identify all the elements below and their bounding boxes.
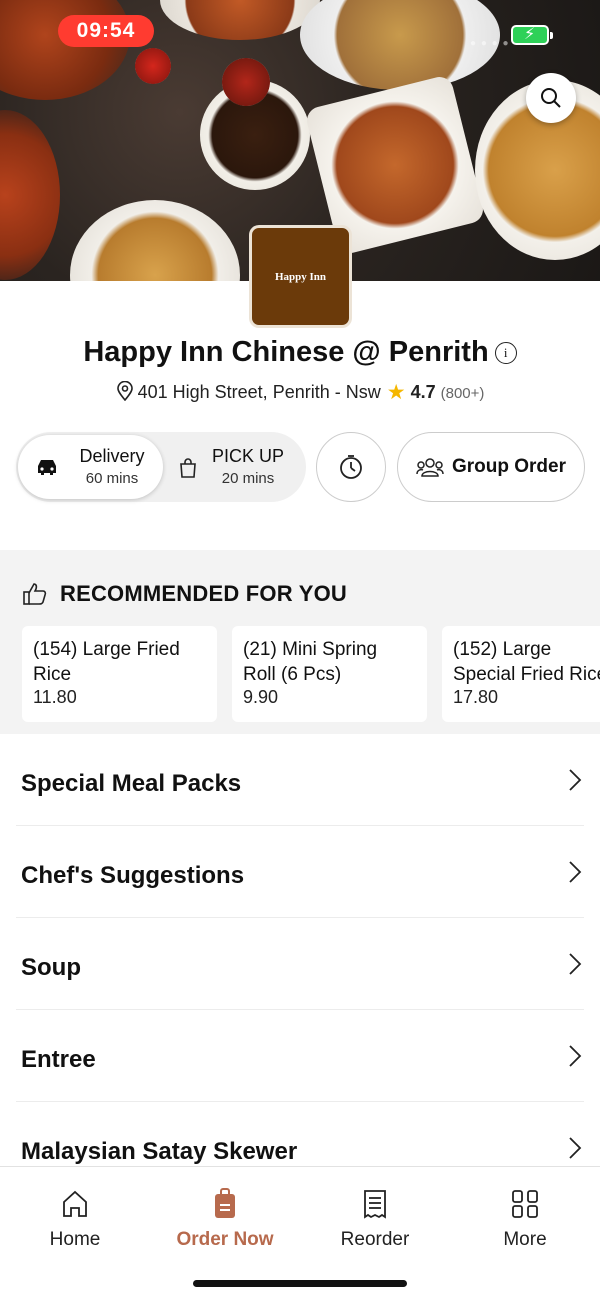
chevron-right-icon xyxy=(569,1045,582,1067)
recommended-heading-text: RECOMMENDED FOR YOU xyxy=(60,581,347,606)
group-order-button[interactable]: Group Order xyxy=(397,432,585,502)
chevron-right-icon xyxy=(569,861,582,883)
location-pin-icon xyxy=(116,380,133,402)
category-label: Special Meal Packs xyxy=(21,770,242,797)
food-plate-image xyxy=(70,200,240,281)
category-label: Soup xyxy=(21,954,81,981)
recommended-card[interactable]: (154) Large Fried Rice 11.80 xyxy=(22,626,217,722)
restaurant-name: Happy Inn Chinese @ Penrith xyxy=(83,336,489,368)
item-name: (152) Large Special Fried Rice xyxy=(453,639,600,685)
sauce-bowl-image xyxy=(135,48,171,84)
tab-reorder[interactable]: Reorder xyxy=(300,1187,450,1251)
tab-label: Home xyxy=(49,1229,101,1250)
receipt-icon xyxy=(364,1190,386,1219)
recommended-section: RECOMMENDED FOR YOU (154) Large Fried Ri… xyxy=(0,550,600,734)
address-text: 401 High Street, Penrith - Nsw xyxy=(137,382,381,402)
item-name: (154) Large Fried Rice xyxy=(33,639,180,685)
tab-label: More xyxy=(503,1229,547,1250)
category-row[interactable]: Soup xyxy=(16,918,584,1010)
home-icon xyxy=(63,1190,87,1217)
item-price: 17.80 xyxy=(453,687,499,707)
group-icon xyxy=(416,458,444,477)
tab-order-now[interactable]: Order Now xyxy=(150,1187,300,1251)
restaurant-name-row: Happy Inn Chinese @ Penrith i xyxy=(0,336,600,369)
chevron-right-icon xyxy=(569,769,582,791)
tab-label: Order Now xyxy=(176,1229,274,1250)
battery-charging-icon: ⚡ xyxy=(511,25,553,45)
shopping-bag-icon xyxy=(180,458,196,478)
category-label: Chef's Suggestions xyxy=(21,862,245,889)
pickup-time: 20 mins xyxy=(221,470,275,487)
order-mode-toggle: Delivery 60 mins PICK UP 20 mins xyxy=(16,432,306,502)
car-icon xyxy=(38,460,56,475)
pickup-option[interactable]: PICK UP 20 mins xyxy=(166,435,304,499)
sauce-bowl-image xyxy=(222,58,270,106)
info-icon[interactable]: i xyxy=(494,342,517,364)
tab-home[interactable]: Home xyxy=(0,1187,150,1251)
timer-icon xyxy=(340,455,362,479)
category-row[interactable]: Chef's Suggestions xyxy=(16,826,584,918)
status-time: 09:54 xyxy=(58,15,154,47)
search-icon xyxy=(541,88,561,108)
address-row: 401 High Street, Penrith - Nsw ★ 4.7 (800… xyxy=(0,380,600,405)
home-indicator xyxy=(193,1280,407,1287)
bottom-nav: Home Order Now Reorder More xyxy=(0,1166,600,1298)
schedule-button[interactable] xyxy=(316,432,386,502)
category-list: Special Meal Packs Chef's Suggestions So… xyxy=(0,734,600,1194)
category-row[interactable]: Entree xyxy=(16,1010,584,1102)
logo-text: Happy Inn xyxy=(274,270,327,283)
recommended-heading: RECOMMENDED FOR YOU xyxy=(22,581,347,607)
category-label: Malaysian Satay Skewer xyxy=(21,1138,298,1165)
recommended-carousel[interactable]: (154) Large Fried Rice 11.80 (21) Mini S… xyxy=(22,626,600,722)
rating-value: 4.7 xyxy=(410,382,436,402)
signal-dots: ● ● ● ● xyxy=(470,38,510,49)
delivery-time: 60 mins xyxy=(85,470,139,487)
chevron-right-icon xyxy=(569,953,582,975)
chevron-right-icon xyxy=(569,1137,582,1159)
item-price: 11.80 xyxy=(33,687,77,707)
food-plate-image xyxy=(160,0,320,40)
pickup-label: PICK UP xyxy=(211,446,285,466)
delivery-label: Delivery xyxy=(79,446,145,466)
tab-more[interactable]: More xyxy=(450,1187,600,1251)
star-icon: ★ xyxy=(386,381,406,404)
delivery-option[interactable]: Delivery 60 mins xyxy=(18,435,163,499)
order-bag-icon xyxy=(215,1188,235,1218)
grid-icon xyxy=(512,1190,538,1218)
item-price: 9.90 xyxy=(243,687,279,707)
restaurant-logo: Happy Inn xyxy=(249,225,352,328)
review-count: (800+) xyxy=(440,385,485,402)
tab-label: Reorder xyxy=(340,1229,410,1250)
item-name: (21) Mini Spring Roll (6 Pcs) xyxy=(243,639,378,685)
search-button[interactable] xyxy=(526,73,576,123)
thumbs-up-icon xyxy=(23,583,47,605)
recommended-card[interactable]: (152) Large Special Fried Rice 17.80 xyxy=(442,626,600,722)
group-order-label: Group Order xyxy=(451,456,566,477)
food-plate-image xyxy=(0,110,60,280)
category-label: Entree xyxy=(21,1046,96,1073)
recommended-card[interactable]: (21) Mini Spring Roll (6 Pcs) 9.90 xyxy=(232,626,427,722)
category-row[interactable]: Special Meal Packs xyxy=(16,734,584,826)
